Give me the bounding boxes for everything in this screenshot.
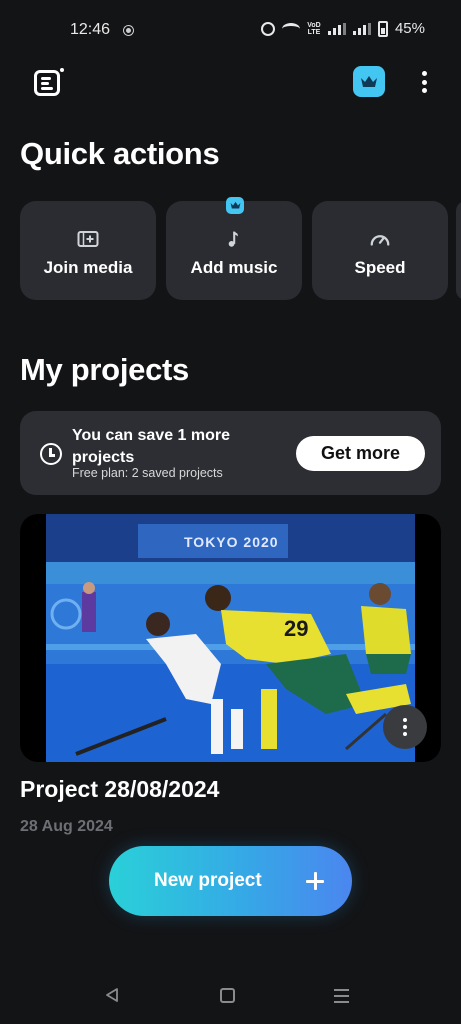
project-name[interactable]: Project 28/08/2024 [20,776,219,803]
my-projects-title: My projects [20,352,189,387]
new-project-button[interactable]: New project [109,846,352,916]
home-icon[interactable] [220,988,235,1003]
quick-action-label: Speed [354,258,406,277]
save-limit-banner: You can save 1 more projects Free plan: … [20,411,441,495]
signal-icon [327,22,346,35]
status-bar: 12:46 VoD LTE 45% [0,0,461,60]
project-thumbnail-image: 29 TOKYO 2020 [46,514,415,762]
quick-action-label: Add music [190,258,278,277]
get-more-button[interactable]: Get more [296,436,425,471]
status-icons: VoD LTE 45% [260,20,425,37]
wifi-icon [281,22,300,35]
plus-icon [306,872,324,890]
hockey-photo: 29 TOKYO 2020 [46,514,415,762]
crown-icon [361,75,377,87]
save-limit-title: You can save 1 more projects [72,427,230,466]
save-limit-subtitle: Free plan: 2 saved projects [72,466,223,480]
jersey-number: 29 [284,616,308,641]
add-media-icon [77,231,99,247]
music-note-icon [228,231,239,247]
recents-icon[interactable] [334,989,349,1003]
volte-icon: VoD LTE [307,21,321,36]
new-project-label: New project [154,870,262,891]
quick-action-add-music[interactable]: Add music [166,201,302,300]
crown-icon [230,201,240,209]
premium-button[interactable] [353,66,385,97]
clock-icon [40,443,62,465]
banner-text: TOKYO 2020 [184,534,279,550]
quick-action-join-media[interactable]: Join media [20,201,156,300]
more-options-button[interactable] [414,68,434,96]
battery-icon [377,20,388,37]
projects-menu-button[interactable] [32,66,66,98]
project-date: 28 Aug 2024 [20,818,113,835]
signal-icon [352,22,371,35]
project-more-button[interactable] [383,705,427,749]
battery-percent: 45% [394,20,425,37]
quick-action-next-card[interactable] [456,201,461,300]
quick-actions-title: Quick actions [20,136,220,171]
notification-badge [58,66,66,74]
back-icon[interactable] [104,987,120,1003]
status-time: 12:46 [70,21,111,38]
project-thumbnail[interactable]: 29 TOKYO 2020 [20,514,441,762]
alarm-icon [260,21,275,36]
project-list-icon [34,70,60,96]
quick-action-speed[interactable]: Speed [312,201,448,300]
speedometer-icon [370,235,390,246]
quick-action-label: Join media [43,258,133,277]
premium-tag [226,197,244,214]
notification-dot-icon [124,26,133,35]
